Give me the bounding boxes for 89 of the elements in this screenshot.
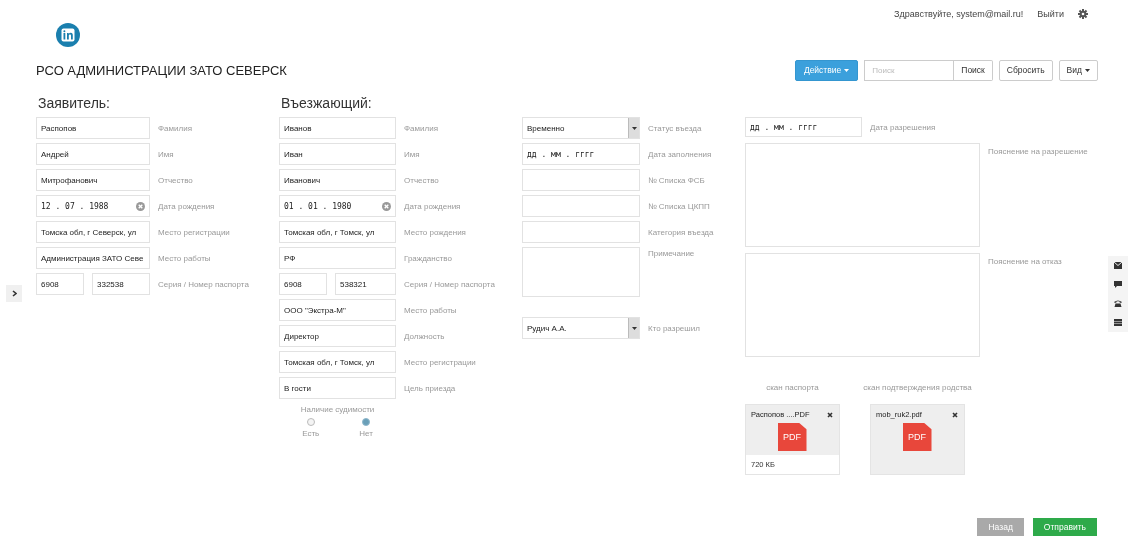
text-field[interactable]: Распопов	[36, 117, 150, 139]
caret-icon	[844, 68, 850, 72]
field-label: Фамилия	[404, 123, 438, 133]
text-field[interactable]: Томская обл, г Томск, ул	[279, 351, 396, 373]
settings-icon[interactable]	[1078, 9, 1088, 19]
greeting-text: Здравствуйте, system@mail.ru!	[894, 9, 1024, 19]
text-field[interactable]: В гости	[279, 377, 396, 399]
page-title: РСО АДМИНИСТРАЦИИ ЗАТО СЕВЕРСК	[36, 62, 287, 78]
section-heading: Заявитель:	[38, 95, 111, 111]
field-label: Пояснение на разрешение	[988, 146, 1088, 156]
field-label: Примечание	[648, 248, 695, 258]
field-label: Дата разрешения	[870, 122, 936, 132]
field-label: Пояснение на отказ	[988, 256, 1062, 266]
field-label: Фамилия	[158, 123, 192, 133]
passport-series-field[interactable]: 6908	[279, 273, 327, 295]
select-field[interactable]: Временно	[522, 117, 640, 139]
field-label: Место регистрации	[404, 357, 476, 367]
radio-label: Нет	[359, 429, 373, 438]
field-label: Кто разрешил	[648, 323, 700, 333]
field-label: Дата рождения	[404, 201, 461, 211]
text-field[interactable]	[522, 221, 640, 243]
text-field[interactable]	[522, 195, 640, 217]
section-heading: Въезжающий:	[281, 95, 373, 111]
text-field[interactable]: Томска обл, г Северск, ул	[36, 221, 150, 243]
field-label: Имя	[404, 149, 420, 159]
text-field[interactable]: Иван	[279, 143, 396, 165]
chevron-icon	[11, 290, 17, 297]
radio-group-label: Наличие судимости	[300, 405, 375, 414]
date-field[interactable]: дд . мм . гггг	[745, 117, 862, 137]
passport-number-field[interactable]: 332538	[92, 273, 150, 295]
text-field[interactable]: Иванов	[279, 117, 396, 139]
caret-icon	[631, 126, 637, 130]
text-field[interactable]: Томская обл, г Томск, ул	[279, 221, 396, 243]
search-button[interactable]: Поиск	[954, 59, 993, 81]
field-label: Гражданство	[404, 253, 452, 263]
radio-button[interactable]	[362, 418, 371, 426]
passport-series-field[interactable]: 6908	[36, 273, 84, 295]
field-label: Место регистрации	[158, 227, 230, 237]
select-field[interactable]: Рудич А.А.	[522, 317, 640, 339]
text-field[interactable]	[522, 169, 640, 191]
view-dropdown-button[interactable]: Вид	[1058, 59, 1098, 81]
text-field[interactable]: ООО "Экстра-М"	[279, 299, 396, 321]
close-icon[interactable]	[952, 411, 958, 418]
field-label: Серия / Номер паспорта	[158, 279, 249, 289]
field-label: Должность	[404, 331, 445, 341]
text-field[interactable]: Митрофанович	[36, 169, 150, 191]
text-field[interactable]: Андрей	[36, 143, 150, 165]
text-field[interactable]: РФ	[279, 247, 396, 269]
expand-panel-button[interactable]	[6, 285, 22, 302]
field-label: Место работы	[404, 305, 457, 315]
caret-icon	[1085, 68, 1090, 72]
date-field[interactable]: 12 . 07 . 1988	[36, 195, 150, 217]
close-icon[interactable]	[827, 411, 833, 418]
text-field[interactable]: Директор	[279, 325, 396, 347]
pdf-file-icon: PDF	[902, 423, 932, 451]
reset-button[interactable]: Сбросить	[998, 59, 1053, 81]
logo-icon	[56, 23, 80, 47]
radio-button[interactable]	[306, 418, 315, 426]
text-field[interactable]: Администрация ЗАТО Севе	[36, 247, 150, 269]
field-label: Статус въезда	[648, 123, 702, 133]
field-label: Категория въезда	[648, 227, 714, 237]
file-caption: скан паспорта	[766, 383, 819, 392]
field-label: № Списка ФСБ	[648, 175, 705, 185]
logout-link[interactable]: Выйти	[1037, 9, 1064, 19]
field-label: Цель приезда	[404, 383, 456, 393]
field-label: Дата заполнения	[648, 149, 712, 159]
pdf-file-icon: PDF	[777, 423, 807, 451]
field-label: Имя	[158, 149, 174, 159]
list-icon[interactable]	[1114, 319, 1122, 326]
field-label: Место работы	[158, 253, 211, 263]
date-field[interactable]: дд . мм . гггг	[522, 143, 640, 165]
field-label: Отчество	[404, 175, 439, 185]
passport-number-field[interactable]: 538321	[335, 273, 396, 295]
field-label: Дата рождения	[158, 201, 215, 211]
radio-label: Есть	[302, 429, 320, 438]
search-field[interactable]: Поиск	[864, 59, 955, 81]
field-label: Место рождения	[404, 227, 466, 237]
text-field[interactable]: Иванович	[279, 169, 396, 191]
field-label: Серия / Номер паспорта	[404, 279, 495, 289]
file-caption: скан подтверждения родства	[863, 383, 972, 392]
comment-icon[interactable]	[1114, 281, 1122, 288]
envelope-icon[interactable]	[1114, 262, 1122, 269]
field-label: Отчество	[158, 175, 193, 185]
field-label: № Списка ЦКПП	[648, 201, 710, 211]
phone-icon[interactable]	[1114, 300, 1122, 307]
caret-icon	[631, 326, 637, 330]
date-field[interactable]: 01 . 01 . 1980	[279, 195, 396, 217]
clear-icon[interactable]	[382, 201, 391, 211]
clear-icon[interactable]	[136, 201, 145, 211]
